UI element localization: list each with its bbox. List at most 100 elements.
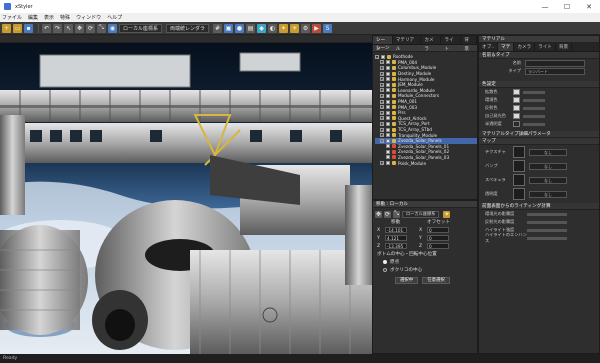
- snap-icon[interactable]: ✦: [443, 210, 451, 218]
- expand-icon[interactable]: +: [380, 110, 384, 115]
- render-icon[interactable]: ▣: [224, 23, 234, 33]
- y-offset-field[interactable]: 0: [427, 235, 449, 241]
- grid-icon[interactable]: #: [213, 23, 223, 33]
- visibility-checkbox[interactable]: [386, 127, 390, 132]
- tab-camera[interactable]: カメラ: [421, 36, 442, 52]
- z-translate-field[interactable]: -13.395: [385, 243, 407, 249]
- scale-tool-icon[interactable]: ⤡: [393, 210, 400, 218]
- transform-mode-select[interactable]: ローカル座標系: [402, 210, 440, 218]
- expand-icon[interactable]: +: [380, 127, 384, 132]
- x-offset-field[interactable]: 0: [427, 227, 449, 233]
- expand-icon[interactable]: +: [380, 88, 384, 93]
- radio-center-row[interactable]: ボクリコの中心: [373, 266, 477, 274]
- color-swatch[interactable]: [513, 105, 520, 111]
- visibility-checkbox[interactable]: [386, 77, 390, 82]
- expand-icon[interactable]: +: [380, 121, 384, 126]
- select-button[interactable]: 選択中: [395, 276, 419, 284]
- expand-icon[interactable]: +: [380, 133, 384, 138]
- select-icon[interactable]: ↖: [64, 23, 73, 33]
- coord-system-select[interactable]: ローカル座標系: [119, 23, 163, 33]
- open-folder-icon[interactable]: ▭: [13, 23, 22, 33]
- visibility-checkbox[interactable]: [386, 144, 390, 149]
- maximize-button[interactable]: ☐: [556, 0, 578, 13]
- lighting-section[interactable]: 前面表面からのライティング計算: [479, 203, 599, 210]
- visibility-checkbox[interactable]: [386, 99, 390, 104]
- expand-icon[interactable]: +: [380, 93, 384, 98]
- expand-icon[interactable]: +: [380, 82, 384, 87]
- lighting-slider[interactable]: [527, 228, 567, 232]
- expand-icon[interactable]: −: [375, 54, 379, 59]
- lighting-slider[interactable]: [527, 212, 567, 216]
- expand-icon[interactable]: +: [380, 71, 384, 76]
- bulb-icon[interactable]: ☀: [290, 23, 300, 33]
- globe-icon[interactable]: ●: [235, 23, 245, 33]
- tab-material[interactable]: マテリアル: [393, 36, 422, 52]
- params-section[interactable]: マテリアルタイプ詳細パラメータ: [479, 131, 599, 138]
- visibility-checkbox[interactable]: [386, 116, 390, 121]
- move-tool-icon[interactable]: ✥: [375, 210, 382, 218]
- texture-thumbnail[interactable]: [513, 174, 525, 186]
- y-translate-field[interactable]: 4.121: [385, 235, 407, 241]
- z-offset-field[interactable]: 0: [427, 243, 449, 249]
- name-field[interactable]: [525, 59, 585, 67]
- material-icon[interactable]: ◐: [268, 23, 278, 33]
- visibility-checkbox[interactable]: [386, 71, 390, 76]
- expand-icon[interactable]: +: [380, 77, 384, 82]
- color-slider[interactable]: [523, 122, 545, 126]
- type-select[interactable]: ランバート: [525, 67, 585, 75]
- map-section[interactable]: マップ: [479, 138, 599, 145]
- tab-light[interactable]: ライト: [441, 36, 462, 52]
- camera-icon[interactable]: ◉: [108, 23, 117, 33]
- name-type-section[interactable]: 名前＆タイプ: [479, 52, 599, 59]
- move-icon[interactable]: ✥: [75, 23, 84, 33]
- new-icon[interactable]: +: [2, 23, 11, 33]
- settings-icon[interactable]: ⚙: [301, 23, 311, 33]
- radio-origin-icon[interactable]: [383, 260, 387, 264]
- rotate-tool-icon[interactable]: ⟳: [384, 210, 391, 218]
- renderer-select[interactable]: 両端統レンダラ: [166, 23, 210, 33]
- visibility-checkbox[interactable]: [386, 105, 390, 110]
- lighting-slider[interactable]: [527, 220, 567, 224]
- map-value[interactable]: なし: [529, 176, 567, 184]
- visibility-checkbox[interactable]: [386, 161, 390, 166]
- map-value[interactable]: なし: [529, 148, 567, 156]
- texture-thumbnail[interactable]: [513, 160, 525, 172]
- color-swatch[interactable]: [513, 121, 520, 127]
- expand-icon[interactable]: +: [380, 60, 384, 65]
- radio-center-icon[interactable]: [383, 268, 387, 272]
- visibility-checkbox[interactable]: [386, 88, 390, 93]
- save-icon[interactable]: ▪: [24, 23, 33, 33]
- light-icon[interactable]: ✦: [279, 23, 289, 33]
- tab-scene[interactable]: シーン: [373, 36, 393, 52]
- visibility-checkbox[interactable]: [386, 149, 390, 154]
- script-icon[interactable]: ▶: [312, 23, 322, 33]
- layout-icon[interactable]: ▤: [246, 23, 256, 33]
- visibility-checkbox[interactable]: [386, 133, 390, 138]
- menu-help[interactable]: ヘルプ: [107, 14, 122, 21]
- color-swatch[interactable]: [513, 97, 520, 103]
- scale-icon[interactable]: ⤡: [97, 23, 106, 33]
- 3d-viewport[interactable]: [0, 35, 372, 354]
- visibility-checkbox[interactable]: [381, 54, 385, 59]
- tab-object[interactable]: オブ..: [479, 43, 499, 51]
- redo-icon[interactable]: ↷: [53, 23, 62, 33]
- rotate-icon[interactable]: ⟳: [86, 23, 95, 33]
- menu-file[interactable]: ファイル: [2, 14, 22, 21]
- menu-special[interactable]: 特殊: [60, 14, 70, 21]
- visibility-checkbox[interactable]: [386, 110, 390, 115]
- close-button[interactable]: ✕: [578, 0, 600, 13]
- cube-icon[interactable]: ◆: [257, 23, 267, 33]
- visibility-checkbox[interactable]: [386, 138, 390, 143]
- texture-thumbnail[interactable]: [513, 146, 525, 158]
- radio-origin-row[interactable]: 原点: [373, 258, 477, 266]
- expand-icon[interactable]: +: [380, 65, 384, 70]
- map-value[interactable]: なし: [529, 190, 567, 198]
- visibility-checkbox[interactable]: [386, 65, 390, 70]
- menu-edit[interactable]: 編集: [28, 14, 38, 21]
- visibility-checkbox[interactable]: [386, 121, 390, 126]
- expand-icon[interactable]: −: [380, 138, 384, 143]
- undo-icon[interactable]: ↶: [42, 23, 51, 33]
- visibility-checkbox[interactable]: [386, 60, 390, 65]
- menu-view[interactable]: 表示: [44, 14, 54, 21]
- tree-row[interactable]: + Poisk_Module: [375, 160, 477, 166]
